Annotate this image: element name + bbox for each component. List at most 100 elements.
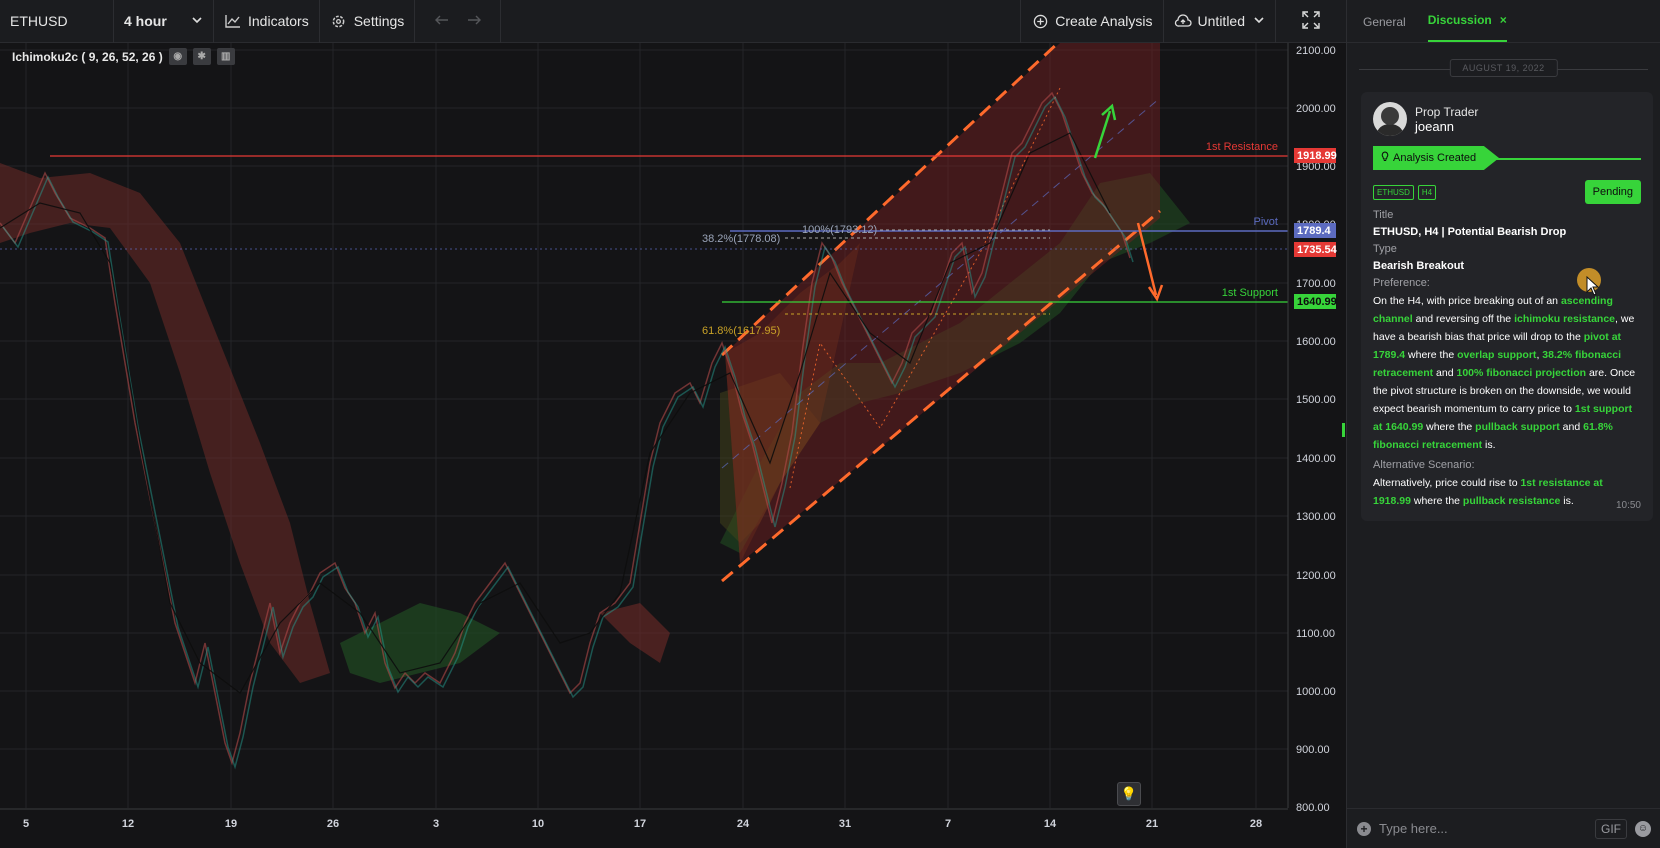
trading-app: ETHUSD 4 hour Indicators Settings Create… [0,0,1660,848]
title-label: Title [1373,209,1394,221]
alternative-text: Alternatively, price could rise to 1st r… [1373,474,1641,510]
highlight: 100% fibonacci projection [1456,367,1587,379]
symbol-badge: ETHUSD [1373,184,1414,200]
message-input[interactable] [1379,821,1587,836]
toolbar-spacer [501,0,1022,43]
text-run: where the [1423,421,1476,433]
add-attachment-icon[interactable]: + [1357,821,1371,836]
fullscreen-button[interactable] [1276,0,1346,43]
undo-icon[interactable] [434,13,449,29]
text-run: is. [1482,439,1496,451]
text-run: where the [1410,495,1463,507]
price-tick: 900.00 [1296,744,1330,756]
indicators-icon [224,14,242,28]
type-label: Type [1373,243,1397,255]
indicators-label: Indicators [248,13,309,29]
panel-resize-handle[interactable] [1342,423,1345,437]
history-controls [415,0,502,43]
time-tick: 14 [1044,818,1057,830]
pending-button[interactable]: Pending [1584,180,1641,204]
lightbulb-icon[interactable]: 💡 [1117,782,1141,806]
eye-icon[interactable]: ◉ [168,48,187,65]
settings-button[interactable]: Settings [320,0,416,43]
tab-discussion[interactable]: Discussion × [1427,13,1507,42]
resistance-label: 1st Resistance [1206,141,1278,153]
time-tick: 19 [225,818,237,830]
author-role: Prop Trader [1415,104,1479,119]
time-tick: 31 [839,818,851,830]
gif-button[interactable]: GIF [1595,818,1627,839]
author-name: joeann [1415,118,1455,134]
support-label: 1st Support [1222,287,1278,299]
create-analysis-button[interactable]: Create Analysis [1021,0,1164,43]
time-tick: 5 [23,818,29,830]
layout-selector[interactable]: Untitled [1164,0,1276,43]
indicators-button[interactable]: Indicators [214,0,320,43]
date-separator: AUGUST 19, 2022 [1359,55,1648,85]
text-run: is. [1560,495,1574,507]
time-tick: 17 [634,818,646,830]
time-tick: 28 [1250,818,1262,830]
trash-icon[interactable]: ▥ [216,48,235,65]
time-axis[interactable]: 5 12 19 26 3 10 17 24 31 7 14 21 28 [0,808,1288,830]
text-run: and [1433,367,1457,379]
highlight: pullback support [1475,421,1560,433]
chart-toolbar: ETHUSD 4 hour Indicators Settings Create… [0,0,1346,43]
close-icon[interactable]: × [1500,13,1507,27]
message-composer: + GIF ☺ [1347,808,1660,848]
pivot-label: Pivot [1254,216,1278,228]
alternative-label: Alternative Scenario: [1373,459,1475,471]
price-tick: 1400.00 [1296,453,1336,465]
mouse-cursor-icon [1586,275,1600,301]
current-price-tag: 1735.54 [1297,244,1338,256]
interval-label: 4 hour [124,13,167,29]
time-tick: 12 [122,818,134,830]
settings-label: Settings [353,13,405,29]
preference-text: On the H4, with price breaking out of an… [1373,292,1641,454]
discussion-panel: General Discussion × AUGUST 19, 2022 Pro… [1346,0,1660,848]
text-run: and reversing off the [1412,313,1515,325]
chart-canvas[interactable]: 2100.00 2000.00 1900.00 1800.00 1700.00 … [0,43,1346,848]
price-tick: 1500.00 [1296,394,1336,406]
fullscreen-icon [1302,10,1320,32]
type-value: Bearish Breakout [1373,260,1465,272]
time-tick: 3 [433,818,439,830]
status-rule [1493,158,1641,160]
indicator-legend: Ichimoku2c ( 9, 26, 52, 26 ) ◉ ✱ ▥ [12,48,235,65]
time-tick: 26 [327,818,339,830]
text-run: Alternatively, price could rise to [1373,477,1521,489]
support-price-tag: 1640.99 [1297,296,1337,308]
highlight: ichimoku resistance [1514,313,1616,325]
text-run: On the H4, with price breaking out of an [1373,295,1561,307]
indicator-label: Ichimoku2c ( 9, 26, 52, 26 ) [12,49,163,64]
create-analysis-label: Create Analysis [1055,13,1153,29]
time-tick: 7 [945,818,951,830]
pivot-price-tag: 1789.4 [1297,225,1332,237]
panel-tabs: General Discussion × [1347,0,1660,43]
time-tick: 24 [737,818,750,830]
redo-icon[interactable] [467,13,482,29]
interval-selector[interactable]: 4 hour [114,0,214,43]
emoji-icon[interactable]: ☺ [1635,820,1651,837]
status-tag: Analysis Created [1373,146,1499,170]
fib-382-label: 38.2%(1778.08) [702,233,780,245]
price-tick: 1700.00 [1296,278,1336,290]
ascending-channel [720,43,1161,583]
layout-name: Untitled [1197,13,1245,29]
plus-circle-icon [1031,14,1049,29]
chevron-down-icon [191,13,203,29]
price-chart[interactable]: 2100.00 2000.00 1900.00 1800.00 1700.00 … [0,43,1346,848]
tab-general-label: General [1363,15,1406,29]
highlight: pullback resistance [1462,495,1561,507]
status-banner: Analysis Created [1373,146,1641,170]
gear-icon[interactable]: ✱ [192,48,211,65]
tab-general[interactable]: General [1363,15,1406,42]
price-tick: 1300.00 [1296,511,1336,523]
avatar[interactable] [1373,102,1407,136]
timeframe-badge: H4 [1417,184,1437,200]
price-tick: 2000.00 [1296,103,1336,115]
analysis-card: Prop Trader joeann Analysis Created ETHU… [1361,92,1653,521]
symbol-selector[interactable]: ETHUSD [0,0,114,43]
price-tick: 1000.00 [1296,686,1336,698]
cloud-upload-icon [1174,14,1192,28]
